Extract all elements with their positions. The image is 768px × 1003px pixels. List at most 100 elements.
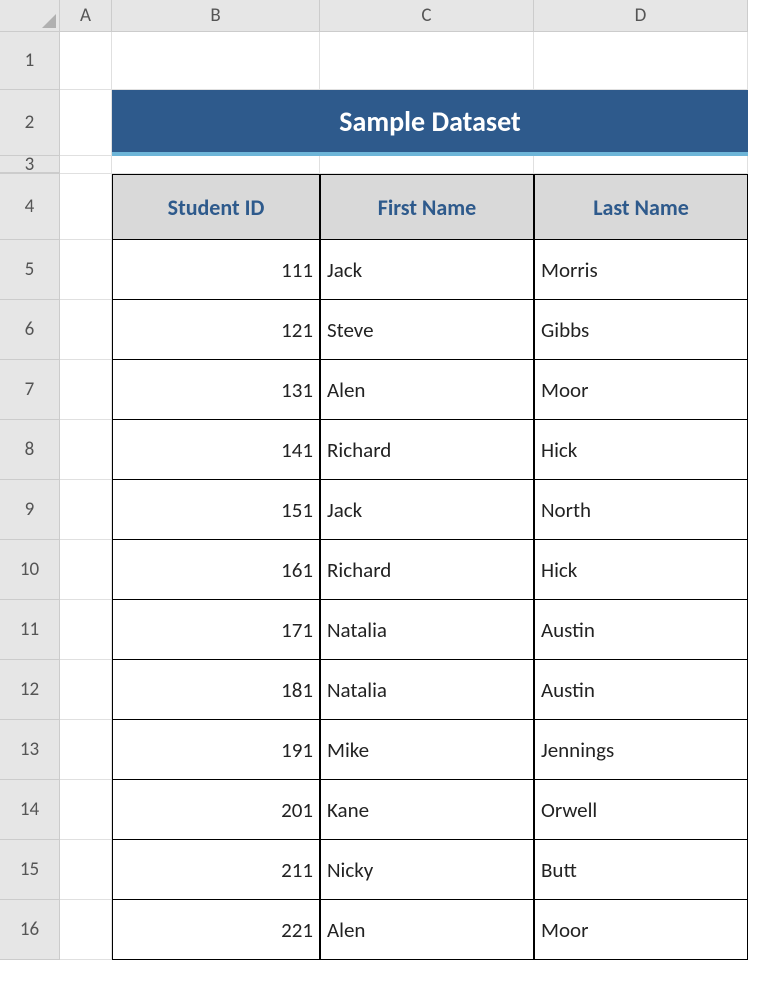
grid-row-2: Sample Dataset [60, 90, 748, 156]
cell-B1[interactable] [112, 32, 320, 90]
row-header-1[interactable]: 1 [0, 32, 60, 90]
cell-A6[interactable] [60, 300, 112, 360]
grid-row-5: 111JackMorris [60, 240, 748, 300]
grid-row-8: 141RichardHick [60, 420, 748, 480]
grid-row-4: Student IDFirst NameLast Name [60, 174, 748, 240]
cell-C11[interactable]: Natalia [320, 600, 534, 660]
cell-C14[interactable]: Kane [320, 780, 534, 840]
cell-B12[interactable]: 181 [112, 660, 320, 720]
grid-row-13: 191MikeJennings [60, 720, 748, 780]
row-header-5[interactable]: 5 [0, 240, 60, 300]
cell-C16[interactable]: Alen [320, 900, 534, 960]
row-header-12[interactable]: 12 [0, 660, 60, 720]
cell-D9[interactable]: North [534, 480, 748, 540]
column-header-A[interactable]: A [60, 0, 112, 32]
cell-C7[interactable]: Alen [320, 360, 534, 420]
grid-row-1 [60, 32, 748, 90]
grid-row-7: 131AlenMoor [60, 360, 748, 420]
cell-D5[interactable]: Morris [534, 240, 748, 300]
cell-D12[interactable]: Austin [534, 660, 748, 720]
grid-row-16: 221AlenMoor [60, 900, 748, 960]
cell-B7[interactable]: 131 [112, 360, 320, 420]
cell-D6[interactable]: Gibbs [534, 300, 748, 360]
row-header-14[interactable]: 14 [0, 780, 60, 840]
cell-C1[interactable] [320, 32, 534, 90]
row-header-3[interactable]: 3 [0, 156, 60, 174]
row-headers: 12345678910111213141516 [0, 32, 60, 960]
cell-D14[interactable]: Orwell [534, 780, 748, 840]
row-header-7[interactable]: 7 [0, 360, 60, 420]
cell-D11[interactable]: Austin [534, 600, 748, 660]
cell-C13[interactable]: Mike [320, 720, 534, 780]
row-header-6[interactable]: 6 [0, 300, 60, 360]
cell-A5[interactable] [60, 240, 112, 300]
cell-A14[interactable] [60, 780, 112, 840]
cell-D1[interactable] [534, 32, 748, 90]
select-all-corner[interactable] [0, 0, 60, 32]
cell-A11[interactable] [60, 600, 112, 660]
cell-A1[interactable] [60, 32, 112, 90]
cell-C12[interactable]: Natalia [320, 660, 534, 720]
cell-A3[interactable] [60, 156, 112, 174]
column-headers: ABCD [60, 0, 748, 32]
grid-row-10: 161RichardHick [60, 540, 748, 600]
column-header-B[interactable]: B [112, 0, 320, 32]
grid-row-6: 121SteveGibbs [60, 300, 748, 360]
grid-row-15: 211NickyButt [60, 840, 748, 900]
cell-A8[interactable] [60, 420, 112, 480]
cell-D15[interactable]: Butt [534, 840, 748, 900]
cell-D8[interactable]: Hick [534, 420, 748, 480]
cell-C3[interactable] [320, 156, 534, 174]
cell-A4[interactable] [60, 174, 112, 240]
cell-B15[interactable]: 211 [112, 840, 320, 900]
row-header-16[interactable]: 16 [0, 900, 60, 960]
cell-B13[interactable]: 191 [112, 720, 320, 780]
row-header-8[interactable]: 8 [0, 420, 60, 480]
cell-B5[interactable]: 111 [112, 240, 320, 300]
cell-B16[interactable]: 221 [112, 900, 320, 960]
cell-B11[interactable]: 171 [112, 600, 320, 660]
cell-B3[interactable] [112, 156, 320, 174]
title-banner[interactable]: Sample Dataset [112, 90, 748, 156]
cell-B8[interactable]: 141 [112, 420, 320, 480]
cell-D10[interactable]: Hick [534, 540, 748, 600]
cell-A2[interactable] [60, 90, 112, 156]
cell-D16[interactable]: Moor [534, 900, 748, 960]
cell-C9[interactable]: Jack [320, 480, 534, 540]
cell-A16[interactable] [60, 900, 112, 960]
row-header-11[interactable]: 11 [0, 600, 60, 660]
cell-A9[interactable] [60, 480, 112, 540]
cell-C8[interactable]: Richard [320, 420, 534, 480]
cell-C10[interactable]: Richard [320, 540, 534, 600]
cell-C5[interactable]: Jack [320, 240, 534, 300]
cell-B4[interactable]: Student ID [112, 174, 320, 240]
cell-D13[interactable]: Jennings [534, 720, 748, 780]
cell-A10[interactable] [60, 540, 112, 600]
cell-B9[interactable]: 151 [112, 480, 320, 540]
cell-D4[interactable]: Last Name [534, 174, 748, 240]
cell-C15[interactable]: Nicky [320, 840, 534, 900]
row-header-2[interactable]: 2 [0, 90, 60, 156]
cell-A15[interactable] [60, 840, 112, 900]
cell-A12[interactable] [60, 660, 112, 720]
row-header-10[interactable]: 10 [0, 540, 60, 600]
cell-B6[interactable]: 121 [112, 300, 320, 360]
column-header-C[interactable]: C [320, 0, 534, 32]
cell-A7[interactable] [60, 360, 112, 420]
row-header-15[interactable]: 15 [0, 840, 60, 900]
row-header-4[interactable]: 4 [0, 174, 60, 240]
grid-row-9: 151JackNorth [60, 480, 748, 540]
cell-B10[interactable]: 161 [112, 540, 320, 600]
cell-A13[interactable] [60, 720, 112, 780]
row-header-13[interactable]: 13 [0, 720, 60, 780]
grid-row-11: 171NataliaAustin [60, 600, 748, 660]
cell-B14[interactable]: 201 [112, 780, 320, 840]
grid-row-12: 181NataliaAustin [60, 660, 748, 720]
cell-grid: Sample Dataset Student IDFirst NameLast N… [60, 32, 748, 960]
column-header-D[interactable]: D [534, 0, 748, 32]
cell-C6[interactable]: Steve [320, 300, 534, 360]
cell-D3[interactable] [534, 156, 748, 174]
cell-D7[interactable]: Moor [534, 360, 748, 420]
cell-C4[interactable]: First Name [320, 174, 534, 240]
row-header-9[interactable]: 9 [0, 480, 60, 540]
